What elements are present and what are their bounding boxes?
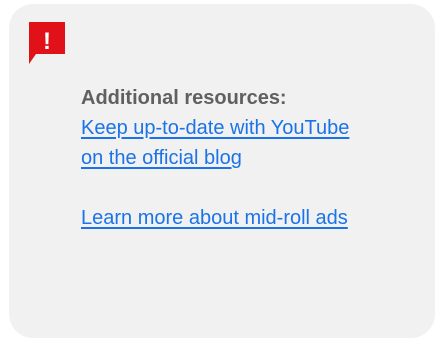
resources-callout: ! Additional resources: Keep up-to-date … <box>9 4 435 338</box>
svg-text:!: ! <box>43 28 51 55</box>
callout-heading: Additional resources: <box>81 87 287 109</box>
link-spacer <box>81 173 371 203</box>
mid-roll-ads-link[interactable]: Learn more about mid-roll ads <box>81 203 351 233</box>
callout-content: Additional resources: Keep up-to-date wi… <box>81 83 371 233</box>
alert-icon: ! <box>29 22 77 66</box>
official-blog-link[interactable]: Keep up-to-date with YouTube on the offi… <box>81 113 351 173</box>
